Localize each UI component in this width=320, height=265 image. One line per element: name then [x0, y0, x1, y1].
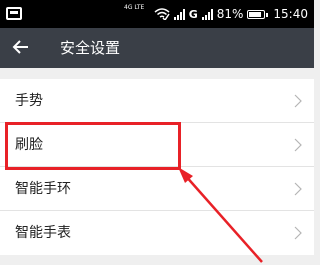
network-type-label: 4G LTE [124, 4, 145, 11]
g-network-label: G [188, 7, 198, 21]
settings-item-smart-band[interactable]: 智能手环 [0, 167, 314, 211]
settings-item-face[interactable]: 刷脸 [0, 123, 314, 167]
app-header: 安全设置 [0, 28, 314, 68]
settings-item-gesture[interactable]: 手势 [0, 79, 314, 123]
signal-bars-icon [173, 8, 185, 20]
chevron-right-icon [294, 138, 302, 152]
chevron-right-icon [294, 94, 302, 108]
page-title: 安全设置 [60, 39, 121, 57]
clock: 15:40 [273, 7, 308, 21]
signal-bars-2-icon [201, 8, 213, 20]
settings-list: 手势 刷脸 智能手环 智能手表 [0, 79, 314, 255]
back-arrow-icon[interactable] [12, 38, 30, 56]
battery-icon [247, 9, 269, 19]
wifi-icon [154, 8, 170, 20]
settings-item-label: 刷脸 [15, 137, 43, 153]
settings-item-label: 智能手环 [15, 181, 71, 197]
settings-item-smart-watch[interactable]: 智能手表 [0, 211, 314, 255]
status-bar: 4G LTE G 81% 15:40 [0, 0, 314, 28]
settings-item-label: 智能手表 [15, 225, 71, 241]
battery-percent: 81% [216, 7, 244, 21]
notification-icon [6, 7, 22, 20]
settings-item-label: 手势 [15, 93, 43, 109]
chevron-right-icon [294, 182, 302, 196]
chevron-right-icon [294, 226, 302, 240]
